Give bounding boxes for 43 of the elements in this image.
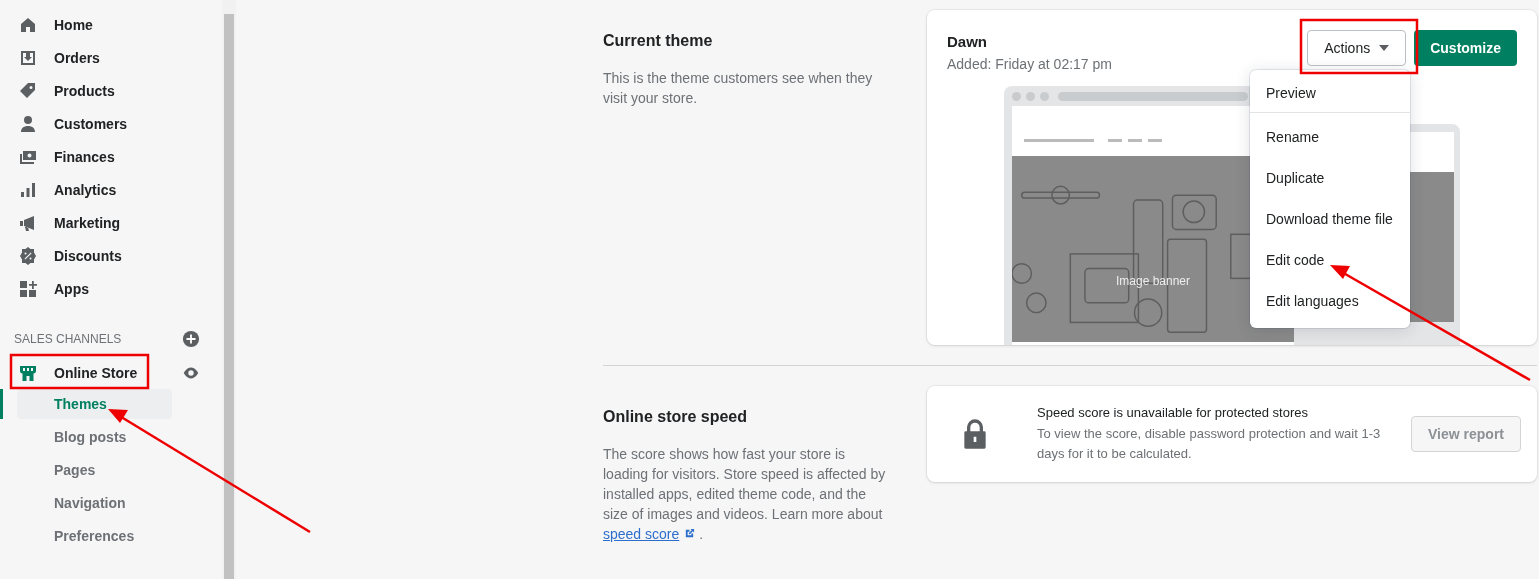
nav-item[interactable]: Customers bbox=[0, 107, 222, 140]
sub-nav-item[interactable]: Preferences bbox=[17, 521, 172, 551]
actions-button[interactable]: Actions bbox=[1307, 30, 1407, 66]
notice-title: Speed score is unavailable for protected stores bbox=[1037, 404, 1309, 420]
nav-item[interactable]: Orders bbox=[0, 41, 222, 74]
nav-item[interactable]: Home bbox=[0, 8, 222, 41]
section-title: Online store speed bbox=[603, 408, 749, 426]
nav-icon bbox=[18, 245, 38, 266]
section-description: This is the theme customers see when they visit your store. bbox=[603, 69, 874, 108]
sub-nav-item[interactable]: Themes bbox=[17, 389, 172, 419]
notice-text: To view the score, disable password protection and wait 1-3 days for it to be calculated. bbox=[1037, 424, 1382, 463]
menu-item[interactable]: Duplicate bbox=[1250, 158, 1410, 199]
add-icon[interactable] bbox=[182, 330, 200, 348]
section-heading: SALES CHANNELS bbox=[14, 332, 122, 346]
nav-item[interactable]: Discounts bbox=[0, 239, 222, 272]
nav-item[interactable]: Marketing bbox=[0, 206, 222, 239]
nav-icon bbox=[18, 278, 38, 299]
nav-item[interactable]: Analytics bbox=[0, 173, 222, 206]
banner-title: Image banner bbox=[1115, 274, 1191, 288]
sub-nav-item[interactable]: Navigation bbox=[17, 488, 172, 518]
speed-score-link[interactable]: speed score bbox=[603, 526, 696, 542]
nav-icon bbox=[18, 80, 38, 101]
menu-item[interactable]: Edit code bbox=[1250, 240, 1410, 281]
active-indicator bbox=[0, 389, 3, 419]
theme-name: Dawn bbox=[947, 33, 988, 50]
section-description: The score shows how fast your store is loading for visitors. Store speed is affected by installed apps, edited theme code, and the size of images and videos. Learn more about speed score . bbox=[603, 445, 887, 544]
external-link-icon bbox=[684, 528, 696, 539]
menu-item[interactable]: Download theme file bbox=[1250, 199, 1410, 240]
customize-button[interactable]: Customize bbox=[1414, 30, 1517, 66]
nav-item[interactable]: Apps bbox=[0, 272, 222, 305]
nav-icon bbox=[18, 113, 38, 134]
theme-added-date: Added: Friday at 02:17 pm bbox=[947, 56, 1112, 72]
scrollbar[interactable] bbox=[222, 0, 236, 579]
nav-item[interactable]: Products bbox=[0, 74, 222, 107]
sub-nav-item[interactable]: Pages bbox=[17, 455, 172, 485]
nav-item[interactable]: Online Store bbox=[0, 356, 138, 389]
nav-item[interactable]: Finances bbox=[0, 140, 222, 173]
lock-icon bbox=[961, 418, 989, 450]
menu-item[interactable]: Rename bbox=[1250, 117, 1410, 158]
section-title: Current theme bbox=[603, 32, 714, 50]
caret-icon bbox=[1379, 45, 1390, 51]
sub-nav-item[interactable]: Blog posts bbox=[17, 422, 172, 452]
menu-item[interactable]: Edit languages bbox=[1250, 281, 1410, 322]
